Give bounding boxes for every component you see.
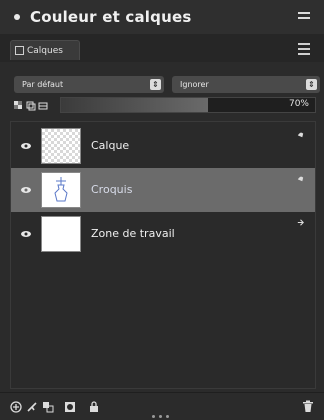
tab-bar: Calques bbox=[0, 34, 324, 63]
tab-calques[interactable]: Calques bbox=[10, 40, 80, 60]
layer-row[interactable]: Calque bbox=[11, 124, 315, 168]
mask-icon[interactable] bbox=[64, 401, 76, 413]
layers-icon bbox=[15, 46, 24, 55]
layer-thumbnail bbox=[41, 216, 81, 252]
layer-row-selected[interactable]: Croquis bbox=[11, 168, 315, 212]
layer-controls: Par défaut ⇕ Ignorer ⇕ 70% bbox=[0, 62, 324, 122]
blend-mode-value: Par défaut bbox=[22, 80, 64, 89]
second-mode-select[interactable]: Ignorer ⇕ bbox=[172, 76, 320, 93]
panel-titlebar: Couleur et calques bbox=[0, 0, 324, 34]
chevron-updown-icon: ⇕ bbox=[150, 79, 161, 90]
opacity-fill bbox=[61, 98, 209, 112]
eye-icon[interactable] bbox=[21, 230, 31, 238]
clip-layer-icon[interactable] bbox=[26, 101, 36, 111]
layer-link-icon[interactable] bbox=[296, 174, 305, 183]
add-layer-icon[interactable] bbox=[10, 400, 22, 413]
tab-menu-icon[interactable] bbox=[298, 43, 310, 58]
lock-icon[interactable] bbox=[88, 400, 100, 413]
layer-list: Calque Croquis Zone de travail bbox=[10, 121, 316, 389]
eye-icon[interactable] bbox=[21, 186, 31, 194]
panel-dot-icon bbox=[14, 14, 20, 20]
eye-icon[interactable] bbox=[21, 142, 31, 150]
layer-name: Zone de travail bbox=[91, 227, 175, 240]
opacity-value: 70% bbox=[288, 99, 309, 109]
chevron-updown-icon: ⇕ bbox=[306, 79, 317, 90]
reference-layer-icon[interactable] bbox=[38, 101, 48, 111]
panel-menu-icon[interactable] bbox=[298, 12, 310, 22]
layer-toolbar bbox=[0, 392, 324, 420]
layer-name: Croquis bbox=[91, 183, 133, 196]
brush-layer-icon[interactable] bbox=[26, 401, 38, 413]
tab-label: Calques bbox=[27, 45, 63, 56]
layer-thumbnail bbox=[41, 128, 81, 164]
opacity-slider[interactable]: 70% bbox=[60, 97, 316, 113]
blend-mode-select[interactable]: Par défaut ⇕ bbox=[14, 76, 164, 93]
sketch-thumbnail-icon bbox=[54, 177, 68, 202]
second-mode-value: Ignorer bbox=[180, 80, 209, 89]
transparency-lock-icon[interactable] bbox=[14, 101, 24, 111]
layer-tools bbox=[14, 101, 50, 111]
merge-layers-icon[interactable] bbox=[42, 401, 54, 413]
resize-grip[interactable] bbox=[152, 415, 173, 418]
layer-thumbnail bbox=[41, 172, 81, 208]
layer-link-icon[interactable] bbox=[296, 130, 305, 139]
panel-title: Couleur et calques bbox=[30, 8, 192, 26]
layer-name: Calque bbox=[91, 139, 130, 152]
layer-row[interactable]: Zone de travail bbox=[11, 212, 315, 256]
layer-link-icon[interactable] bbox=[296, 218, 305, 227]
trash-icon[interactable] bbox=[302, 400, 314, 413]
